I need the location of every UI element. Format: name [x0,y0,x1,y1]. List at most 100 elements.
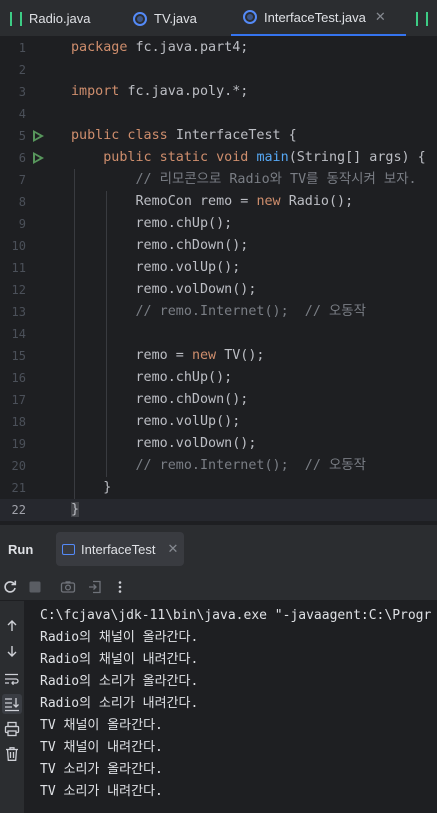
interface-icon [416,11,428,26]
line-number[interactable]: 7 [0,169,26,191]
soft-wrap-button[interactable] [2,669,22,689]
line-number[interactable]: 12 [0,279,26,301]
code-token: remo.chUp(); [71,216,233,231]
comment-token: // remo.Internet(); // 오동작 [135,458,366,473]
run-configuration-tab[interactable]: InterfaceTest ✕ [56,532,185,566]
close-icon[interactable]: ✕ [167,541,178,557]
run-gutter-icon[interactable] [33,130,44,142]
code-text: RemoCon remo = new Radio(); [71,191,353,213]
line-number[interactable]: 4 [0,103,26,125]
line-number[interactable]: 1 [0,37,26,59]
run-gutter-icon[interactable] [33,152,44,164]
code-text: } [71,499,80,521]
code-line[interactable]: 6 public static void main(String[] args)… [0,147,437,169]
line-number[interactable]: 3 [0,81,26,103]
screenshot-button[interactable] [58,577,78,597]
line-number[interactable]: 15 [0,345,26,367]
exit-icon [89,580,101,594]
code-line[interactable]: 9 remo.chUp(); [0,213,437,235]
line-number[interactable]: 9 [0,213,26,235]
code-line[interactable]: 8 RemoCon remo = new Radio(); [0,191,437,213]
line-number[interactable]: 10 [0,235,26,257]
restore-layout-button[interactable] [85,577,105,597]
code-line[interactable]: 16 remo.chUp(); [0,367,437,389]
line-number[interactable]: 11 [0,257,26,279]
code-line[interactable]: 18 remo.volUp(); [0,411,437,433]
tab-radio-java[interactable]: Radio.java [10,0,91,36]
console-output-line: TV 채널이 올라간다. [40,718,163,733]
rerun-button[interactable] [0,577,20,597]
code-text: // remo.Internet(); // 오동작 [71,301,366,323]
tab-interfacetest-java[interactable]: InterfaceTest.java ✕ [231,0,406,36]
code-line[interactable]: 19 remo.volDown(); [0,433,437,455]
line-number[interactable]: 2 [0,59,26,81]
scroll-down-button[interactable] [2,641,22,661]
stop-button[interactable] [25,577,45,597]
console-output-line: Radio의 채널이 내려간다. [40,652,199,667]
more-icon [118,581,122,593]
code-line[interactable]: 15 remo = new TV(); [0,345,437,367]
line-number[interactable]: 18 [0,411,26,433]
close-icon[interactable]: ✕ [375,9,386,25]
line-number[interactable]: 22 [0,499,26,521]
line-number[interactable]: 21 [0,477,26,499]
code-text: package fc.java.part4; [71,37,248,59]
code-line[interactable]: 14 [0,323,437,345]
code-line[interactable]: 22} [0,499,437,521]
console-output[interactable]: C:\fcjava\jdk-11\bin\java.exe "-javaagen… [24,601,437,813]
code-token: remo.volDown(); [71,436,257,451]
function-token: main [256,150,289,165]
line-number[interactable]: 16 [0,367,26,389]
tab-label: Radio.java [29,11,91,26]
console-output-line: TV 소리가 내려간다. [40,784,163,799]
tab-overflow[interactable] [416,0,435,36]
code-line[interactable]: 7 // 리모콘으로 Radio와 TV를 동작시켜 보자. [0,169,437,191]
line-number[interactable]: 19 [0,433,26,455]
code-line[interactable]: 4 [0,103,437,125]
code-line[interactable]: 10 remo.chDown(); [0,235,437,257]
code-line[interactable]: 21 } [0,477,437,499]
code-text: remo.chUp(); [71,213,232,235]
code-line[interactable]: 5 public class InterfaceTest { [0,125,437,147]
more-options-button[interactable] [110,577,130,597]
run-toolbar [0,573,437,601]
scroll-to-end-button[interactable] [2,694,22,714]
line-number[interactable]: 13 [0,301,26,323]
code-line[interactable]: 2 [0,59,437,81]
code-line[interactable]: 17 remo.chDown(); [0,389,437,411]
code-line[interactable]: 20 // remo.Internet(); // 오동작 [0,455,437,477]
code-text: remo.volDown(); [71,433,256,455]
line-number[interactable]: 8 [0,191,26,213]
code-token: InterfaceTest { [175,128,297,143]
editor-tab-bar: Radio.java TV.java InterfaceTest.java ✕ [0,0,437,37]
tab-tv-java[interactable]: TV.java [133,0,197,36]
arrow-down-icon [7,646,17,657]
line-number[interactable]: 5 [0,125,26,147]
code-line[interactable]: 11 remo.volUp(); [0,257,437,279]
print-button[interactable] [2,719,22,739]
code-token: (String[] args) { [288,150,426,165]
code-editor[interactable]: 1 package fc.java.part4; 2 3 import fc.java.… [0,37,437,525]
code-token: remo.chDown(); [71,238,249,253]
code-text: remo.chDown(); [71,235,248,257]
arrow-up-icon [7,620,17,631]
line-number[interactable]: 6 [0,147,26,169]
code-line[interactable]: 12 remo.volDown(); [0,279,437,301]
code-line[interactable]: 3 import fc.java.poly.*; [0,81,437,103]
scroll-up-button[interactable] [2,616,22,636]
line-number[interactable]: 14 [0,323,26,345]
line-number[interactable]: 20 [0,455,26,477]
keyword-token: new [191,348,225,363]
console-output-line: TV 소리가 올라간다. [40,762,163,777]
console-output-line: Radio의 소리가 내려간다. [40,696,199,711]
clear-all-button[interactable] [2,744,22,764]
code-line[interactable]: 1 package fc.java.part4; [0,37,437,59]
code-token: remo.volUp(); [71,414,241,429]
run-tool-window: Run InterfaceTest ✕ C:\fcjava\jdk-11\bin… [0,525,437,813]
code-token: remo.chUp(); [71,370,233,385]
class-icon [243,10,257,24]
line-number[interactable]: 17 [0,389,26,411]
code-line[interactable]: 13 // remo.Internet(); // 오동작 [0,301,437,323]
